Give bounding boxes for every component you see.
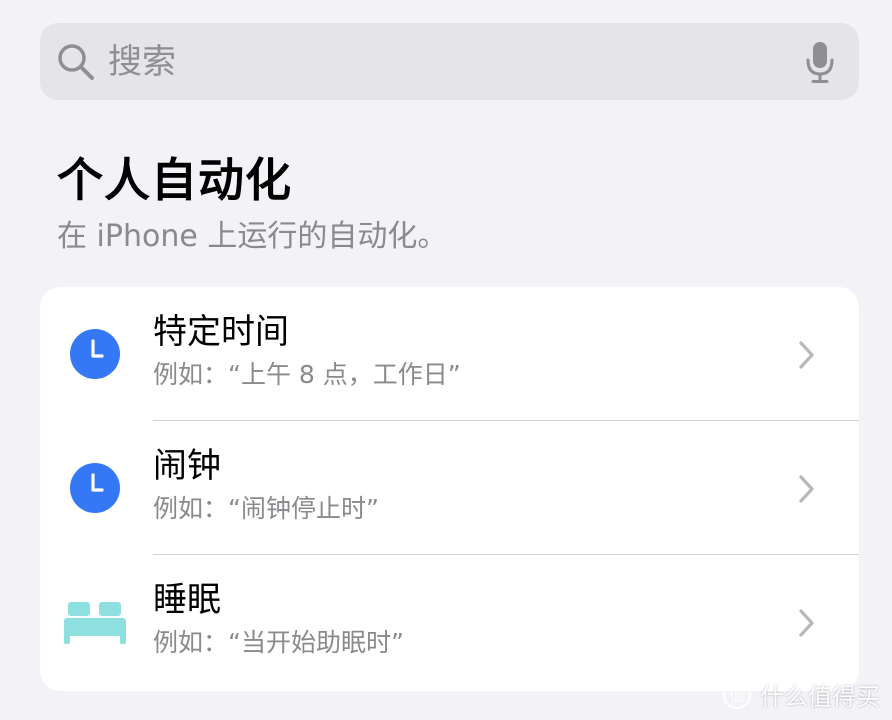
chevron-right-icon: [797, 473, 817, 505]
list-item-alarm[interactable]: 闹钟 例如：“闹钟停止时”: [40, 421, 859, 555]
microphone-icon[interactable]: [803, 40, 837, 84]
automation-screen: 个人自动化 在 iPhone 上运行的自动化。 特定时间 例如：“上午 8 点，…: [0, 0, 892, 720]
chevron-right-icon: [797, 339, 817, 371]
watermark: 值 什么值得买: [722, 677, 880, 712]
clock-icon: [64, 323, 126, 385]
search-icon: [56, 42, 96, 82]
list-item-title: 睡眠: [153, 580, 221, 620]
list-item-title: 特定时间: [153, 312, 289, 352]
list-item-subtitle: 例如：“闹钟停止时”: [153, 494, 379, 523]
list-item-subtitle: 例如：“当开始助眠时”: [153, 628, 404, 657]
search-input[interactable]: [108, 41, 803, 82]
bed-icon: [64, 591, 126, 653]
list-item-subtitle: 例如：“上午 8 点，工作日”: [153, 360, 461, 389]
svg-text:值: 值: [729, 686, 745, 705]
chevron-right-icon: [797, 607, 817, 639]
watermark-text: 什么值得买: [760, 683, 880, 711]
automation-trigger-list: 特定时间 例如：“上午 8 点，工作日” 闹钟 例如：“闹钟停止时” 睡眠 例如…: [40, 287, 859, 691]
section-title: 个人自动化: [57, 153, 292, 207]
list-item-specific-time[interactable]: 特定时间 例如：“上午 8 点，工作日”: [40, 287, 859, 421]
list-item-sleep[interactable]: 睡眠 例如：“当开始助眠时”: [40, 555, 859, 689]
watermark-logo-icon: 值: [722, 680, 752, 710]
list-item-title: 闹钟: [153, 446, 221, 486]
search-bar[interactable]: [40, 23, 859, 100]
section-subtitle: 在 iPhone 上运行的自动化。: [57, 219, 448, 254]
clock-icon: [64, 457, 126, 519]
